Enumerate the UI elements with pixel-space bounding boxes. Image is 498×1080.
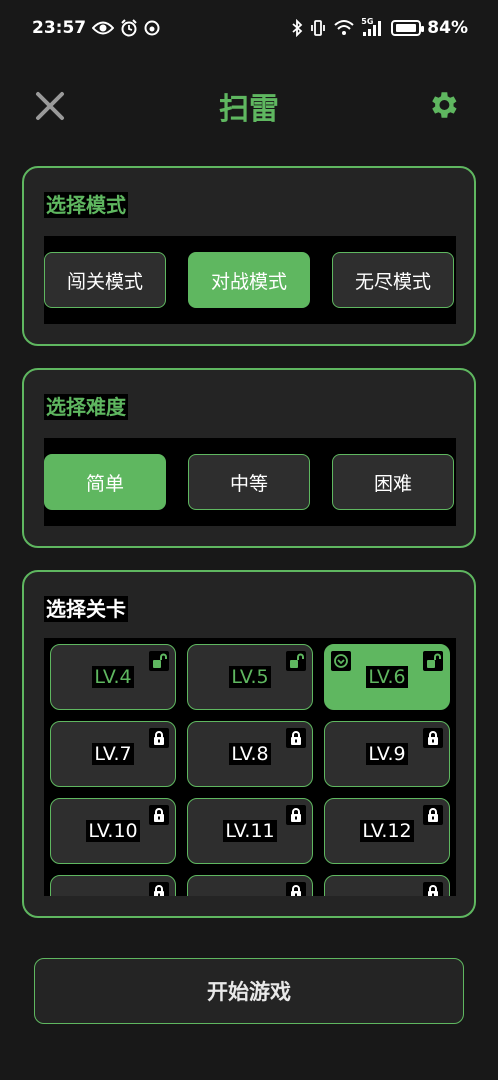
battery-icon: [391, 20, 425, 36]
level-grid[interactable]: LV.4 LV.5 LV.6 LV.7 LV.8 LV.9 LV.10 LV.1…: [44, 638, 456, 896]
level-label: LV.5: [229, 666, 271, 688]
level-tile-7[interactable]: LV.7: [50, 721, 176, 787]
level-label: LV.8: [229, 743, 271, 765]
start-game-button[interactable]: 开始游戏: [34, 958, 464, 1024]
app-header: 扫雷: [0, 80, 498, 132]
mode-option-endless[interactable]: 无尽模式: [332, 252, 454, 308]
difficulty-card: 选择难度 简单 中等 困难: [22, 368, 476, 548]
cellular-signal-icon: 5G: [361, 17, 385, 37]
level-tile-12[interactable]: LV.12: [324, 798, 450, 864]
level-tile-partial[interactable]: [187, 875, 313, 896]
level-tile-4[interactable]: LV.4: [50, 644, 176, 710]
mode-section-title: 选择模式: [44, 192, 128, 218]
level-tile-partial[interactable]: [324, 875, 450, 896]
level-label: LV.4: [92, 666, 134, 688]
level-tile-10[interactable]: LV.10: [50, 798, 176, 864]
level-section-title: 选择关卡: [44, 596, 128, 622]
bluetooth-icon: [291, 19, 303, 37]
level-tile-partial[interactable]: [50, 875, 176, 896]
level-label: LV.11: [223, 820, 277, 842]
app-notification-icon: [144, 20, 160, 36]
eye-icon: [92, 20, 115, 36]
alarm-icon: [120, 19, 138, 37]
network-type: 5G: [361, 17, 374, 26]
gear-icon: [432, 92, 457, 118]
lock-icon: [423, 882, 443, 896]
mode-option-level[interactable]: 闯关模式: [44, 252, 166, 308]
status-time: 23:57: [32, 18, 87, 38]
mode-card: 选择模式 闯关模式 对战模式 无尽模式: [22, 166, 476, 346]
vibrate-icon: [309, 19, 327, 37]
difficulty-option-hard[interactable]: 困难: [332, 454, 454, 510]
level-label: LV.12: [360, 820, 414, 842]
level-label: LV.6: [366, 666, 408, 688]
settings-button[interactable]: [426, 88, 460, 122]
level-tile-5[interactable]: LV.5: [187, 644, 313, 710]
level-tile-6[interactable]: LV.6: [324, 644, 450, 710]
status-right: 5G 84%: [291, 17, 468, 38]
level-label: LV.9: [366, 743, 408, 765]
battery-percent: 84%: [427, 18, 468, 38]
level-tile-8[interactable]: LV.8: [187, 721, 313, 787]
level-label: LV.10: [86, 820, 140, 842]
level-label: LV.7: [92, 743, 134, 765]
difficulty-option-medium[interactable]: 中等: [188, 454, 310, 510]
status-bar: 23:57 5G 84%: [0, 0, 498, 56]
wifi-icon: [333, 19, 355, 37]
mode-option-battle[interactable]: 对战模式: [188, 252, 310, 308]
battery-level: [396, 24, 417, 32]
level-tile-9[interactable]: LV.9: [324, 721, 450, 787]
mode-options: 闯关模式 对战模式 无尽模式: [44, 236, 456, 324]
level-tile-11[interactable]: LV.11: [187, 798, 313, 864]
lock-icon: [286, 882, 306, 896]
difficulty-section-title: 选择难度: [44, 394, 128, 420]
difficulty-option-easy[interactable]: 简单: [44, 454, 166, 510]
status-left: 23:57: [32, 18, 160, 38]
difficulty-options: 简单 中等 困难: [44, 438, 456, 526]
lock-icon: [149, 882, 169, 896]
level-card: 选择关卡 LV.4 LV.5 LV.6 LV.7 LV.8 LV.9 LV.10…: [22, 570, 476, 918]
page-title: 扫雷: [219, 92, 279, 127]
